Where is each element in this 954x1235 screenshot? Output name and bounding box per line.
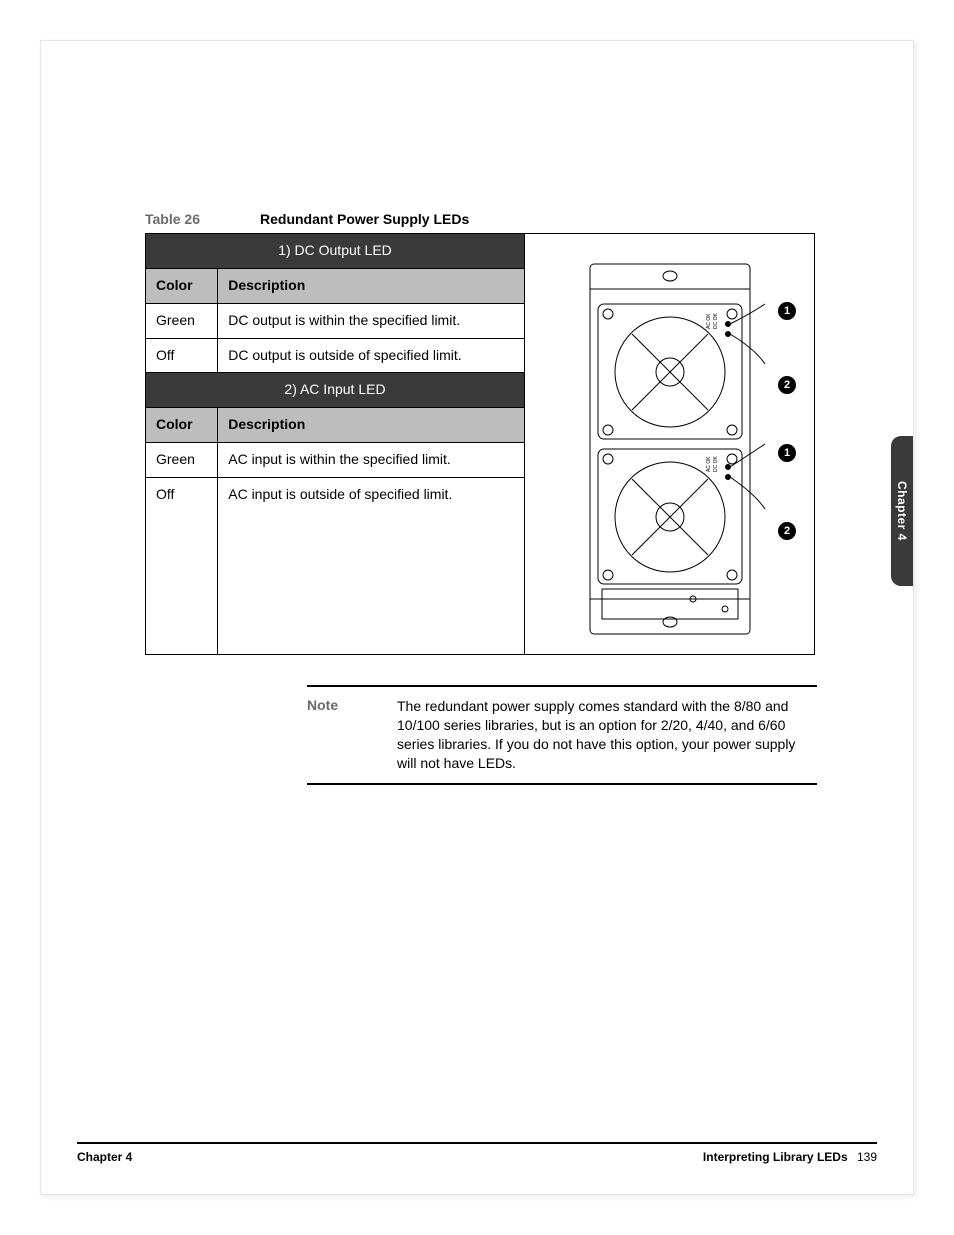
- footer-page-number: 139: [857, 1150, 877, 1164]
- cell-color: Off: [146, 478, 218, 655]
- cell-desc: AC input is outside of specified limit.: [218, 478, 525, 655]
- col-header-desc-1: Description: [218, 268, 525, 303]
- table-title: Redundant Power Supply LEDs: [260, 211, 469, 227]
- callout-1: 1: [778, 302, 796, 320]
- footer-right-title: Interpreting Library LEDs: [703, 1150, 848, 1164]
- led-label-dc: DC OK: [713, 313, 719, 330]
- led-table: 1) DC Output LED Color Description Green…: [145, 233, 525, 655]
- note-block: Note The redundant power supply comes st…: [307, 685, 817, 785]
- led-label-ac: AC OK: [706, 456, 712, 472]
- page-footer: Chapter 4 Interpreting Library LEDs 139: [77, 1142, 877, 1164]
- cell-desc: DC output is outside of specified limit.: [218, 338, 525, 373]
- led-label-ac: AC OK: [706, 313, 712, 329]
- psu-illustration-svg: DC OK AC OK DC OK AC OK: [560, 234, 780, 654]
- section-title-1: 1) DC Output LED: [146, 234, 525, 269]
- cell-desc: AC input is within the specified limit.: [218, 443, 525, 478]
- power-supply-figure: DC OK AC OK DC OK AC OK 1 2 1 2: [525, 233, 815, 655]
- led-label-dc: DC OK: [713, 456, 719, 473]
- col-header-desc-2: Description: [218, 408, 525, 443]
- side-tab: Chapter 4: [891, 436, 913, 586]
- callout-2: 2: [778, 522, 796, 540]
- cell-color: Off: [146, 338, 218, 373]
- note-label: Note: [307, 697, 357, 713]
- table-label: Table 26: [145, 211, 200, 227]
- cell-desc: DC output is within the specified limit.: [218, 303, 525, 338]
- cell-color: Green: [146, 303, 218, 338]
- note-text: The redundant power supply comes standar…: [397, 697, 817, 773]
- col-header-color-2: Color: [146, 408, 218, 443]
- section-title-2: 2) AC Input LED: [146, 373, 525, 408]
- side-tab-label: Chapter 4: [895, 481, 909, 541]
- cell-color: Green: [146, 443, 218, 478]
- col-header-color-1: Color: [146, 268, 218, 303]
- callout-2: 2: [778, 376, 796, 394]
- table-caption: Table 26 Redundant Power Supply LEDs: [145, 211, 877, 227]
- callout-1: 1: [778, 444, 796, 462]
- footer-left: Chapter 4: [77, 1150, 132, 1164]
